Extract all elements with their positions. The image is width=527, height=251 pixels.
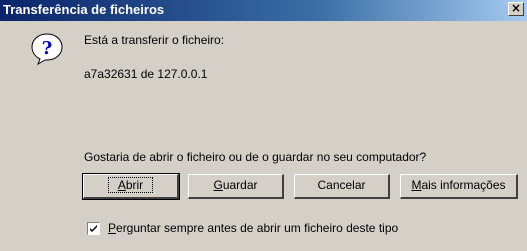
- checkmark-icon: [90, 225, 97, 232]
- always-ask-label[interactable]: Perguntar sempre antes de abrir um fiche…: [108, 221, 398, 235]
- status-text: Está a transferir o ficheiro:: [84, 33, 225, 47]
- svg-text:?: ?: [42, 38, 53, 59]
- file-name-and-source: a7a32631 de 127.0.0.1: [84, 67, 208, 81]
- save-button[interactable]: Guardar: [188, 174, 284, 199]
- title-bar[interactable]: Transferência de ficheiros ×: [0, 0, 527, 21]
- save-button-label: Guardar: [213, 178, 258, 192]
- prompt-question: Gostaria de abrir o ficheiro ou de o gua…: [84, 150, 427, 164]
- more-info-button-label: Mais informações: [411, 178, 506, 192]
- open-button[interactable]: Abrir: [82, 173, 180, 200]
- more-info-button[interactable]: Mais informações: [400, 174, 518, 199]
- close-button[interactable]: ×: [508, 2, 524, 16]
- always-ask-checkbox[interactable]: [87, 222, 100, 235]
- open-button-label: Abrir: [107, 177, 154, 193]
- question-balloon-icon: ?: [31, 33, 63, 66]
- file-download-dialog: Transferência de ficheiros × ? Está a tr…: [0, 0, 527, 251]
- close-icon: ×: [510, 1, 522, 15]
- cancel-button-label: Cancelar: [317, 178, 366, 192]
- cancel-button[interactable]: Cancelar: [294, 174, 390, 199]
- dialog-title: Transferência de ficheiros: [3, 2, 165, 17]
